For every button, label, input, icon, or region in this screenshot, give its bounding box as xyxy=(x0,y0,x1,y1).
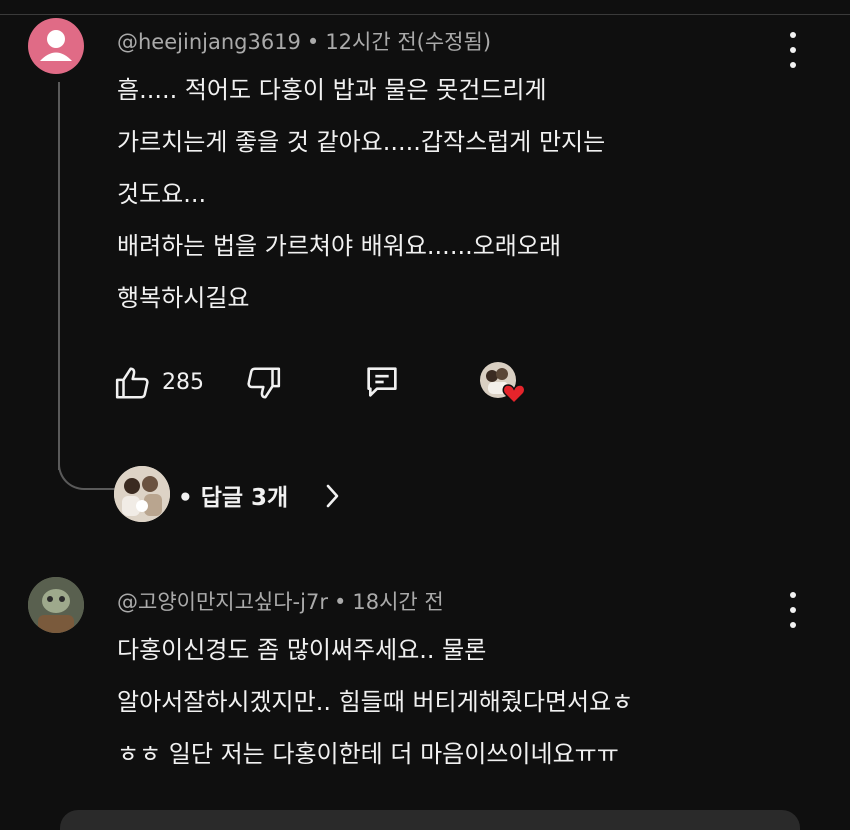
comment-line: 가르치는게 좋을 것 같아요.....갑작스럽게 만지는 xyxy=(117,128,606,156)
more-options-button[interactable] xyxy=(785,32,801,68)
more-options-button[interactable] xyxy=(785,592,801,628)
replies-toggle[interactable]: • 답글 3개 xyxy=(178,478,288,512)
comment-line: 것도요... xyxy=(117,180,207,208)
replies-label[interactable]: 답글 3개 xyxy=(201,485,289,511)
heart-icon xyxy=(502,384,526,404)
more-vert-icon xyxy=(790,32,796,38)
comment-meta: @heejinjang3619 • 12시간 전(수정됨) xyxy=(117,26,491,56)
meta-separator: • xyxy=(306,30,320,54)
like-count: 285 xyxy=(162,370,204,395)
reply-avatar-image xyxy=(114,466,170,522)
thumb-down-icon[interactable] xyxy=(244,364,282,402)
default-avatar-icon xyxy=(40,30,72,61)
top-divider xyxy=(0,14,850,15)
thread-line-curve xyxy=(58,440,118,490)
more-vert-icon xyxy=(790,592,796,598)
comment-line: 흠..... 적어도 다홍이 밥과 물은 못건드리게 xyxy=(117,76,547,104)
comment-line: ㅎㅎ 일단 저는 다홍이한테 더 마음이쓰이네요ㅠㅠ xyxy=(117,740,619,768)
comment-line: 배려하는 법을 가르쳐야 배워요......오래오래 xyxy=(117,232,562,260)
bottom-sheet-edge xyxy=(60,810,800,830)
comment-time: 12시간 전(수정됨) xyxy=(325,30,492,54)
comment-line: 알아서잘하시겠지만.. 힘들때 버티게해줬다면서요ㅎ xyxy=(117,688,634,716)
comment-meta: @고양이만지고싶다-j7r • 18시간 전 xyxy=(117,586,444,616)
comment-text: 흠..... 적어도 다홍이 밥과 물은 못건드리게 가르치는게 좋을 것 같아… xyxy=(117,64,605,324)
avatar-image xyxy=(28,577,84,633)
thread-line xyxy=(58,82,60,470)
author-name[interactable]: @고양이만지고싶다-j7r xyxy=(117,590,328,614)
comment-line: 행복하시길요 xyxy=(117,284,250,312)
reply-avatar[interactable] xyxy=(114,466,170,522)
comment-time: 18시간 전 xyxy=(352,590,444,614)
avatar-cat-user[interactable] xyxy=(28,577,84,633)
comment-icon[interactable] xyxy=(361,362,403,402)
avatar-heejinjang[interactable] xyxy=(28,18,84,74)
thumb-up-icon[interactable] xyxy=(114,364,152,402)
creator-heart-badge xyxy=(478,360,526,406)
reply-separator: • xyxy=(178,485,193,511)
meta-separator: • xyxy=(333,590,347,614)
author-name[interactable]: @heejinjang3619 xyxy=(117,30,301,54)
comment-text: 다홍이신경도 좀 많이써주세요.. 물론 알아서잘하시겠지만.. 힘들때 버티게… xyxy=(117,624,633,780)
comment-line: 다홍이신경도 좀 많이써주세요.. 물론 xyxy=(117,636,487,664)
chevron-right-icon[interactable] xyxy=(324,482,342,510)
